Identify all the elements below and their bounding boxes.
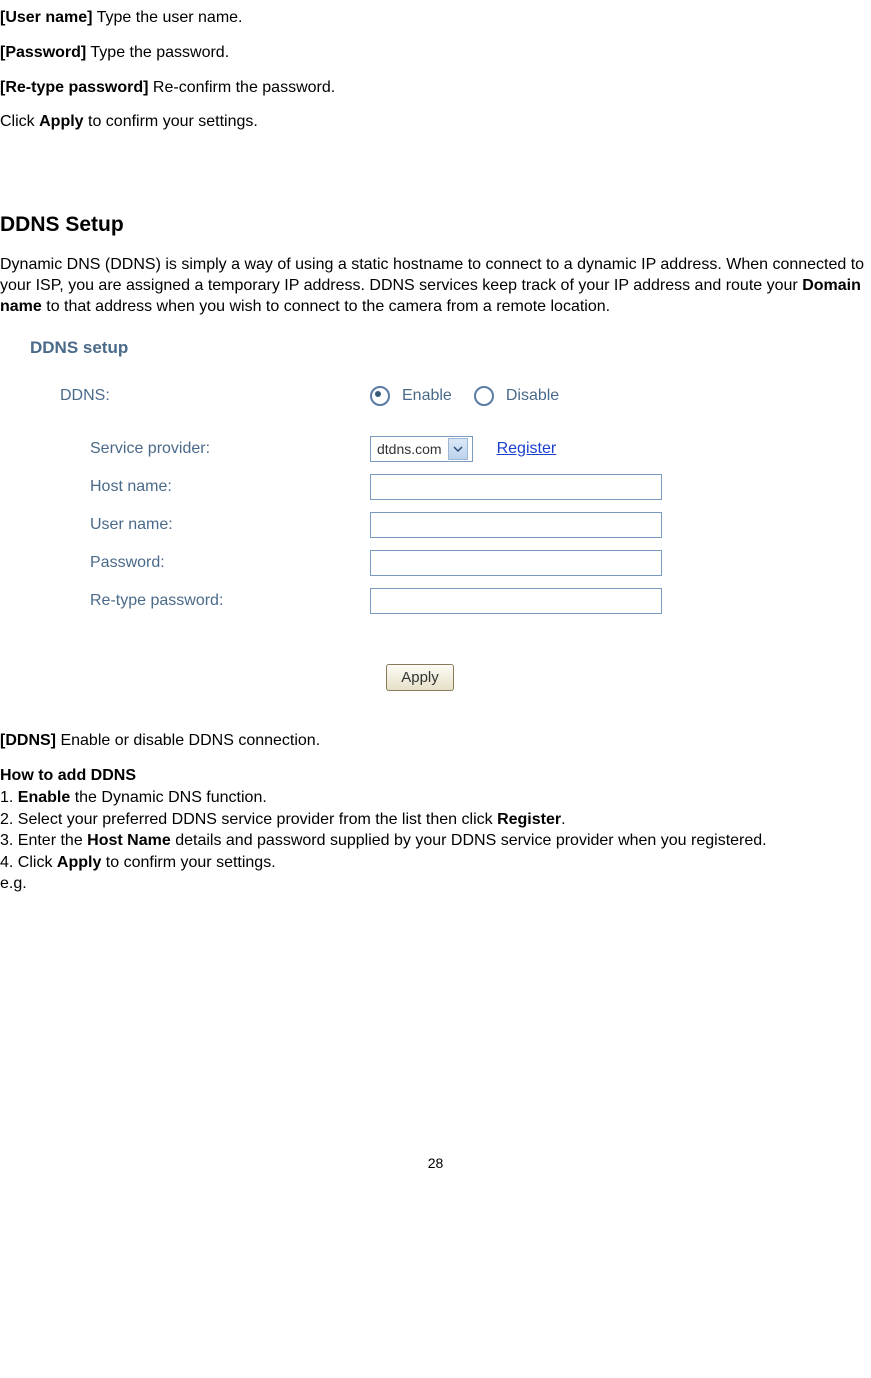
step2-pre: 2. Select your preferred DDNS service pr…	[0, 811, 497, 828]
step4-bold: Apply	[57, 854, 101, 871]
text-ddns-field: Enable or disable DDNS connection.	[56, 732, 320, 749]
para-ddns-desc: Dynamic DNS (DDNS) is simply a way of us…	[0, 255, 871, 317]
click-pre: Click	[0, 113, 39, 130]
figure-ddns-setup: DDNS setup DDNS: Enable Disable Service …	[30, 338, 810, 691]
step1-bold: Enable	[18, 789, 70, 806]
para-click-apply: Click Apply to confirm your settings.	[0, 112, 871, 133]
howto-eg: e.g.	[0, 873, 871, 895]
label-username-fig: User name:	[30, 516, 370, 534]
text-password: Type the password.	[86, 44, 229, 61]
select-service-provider[interactable]: dtdns.com	[370, 436, 473, 462]
howto-block: How to add DDNS 1. Enable the Dynamic DN…	[0, 765, 871, 895]
text-retype: Re-confirm the password.	[148, 79, 335, 96]
radio-enable-label: Enable	[402, 387, 452, 405]
label-retype-fig: Re-type password:	[30, 592, 370, 610]
radio-disable[interactable]	[474, 386, 494, 406]
text-username: Type the user name.	[92, 9, 242, 26]
step2-post: .	[561, 811, 565, 828]
howto-step3: 3. Enter the Host Name details and passw…	[0, 830, 871, 852]
para-ddns-field: [DDNS] Enable or disable DDNS connection…	[0, 731, 871, 752]
desc-pre: Dynamic DNS (DDNS) is simply a way of us…	[0, 256, 864, 294]
label-hostname: Host name:	[30, 478, 370, 496]
input-hostname[interactable]	[370, 474, 662, 500]
step3-post: details and password supplied by your DD…	[171, 832, 767, 849]
howto-step2: 2. Select your preferred DDNS service pr…	[0, 809, 871, 831]
apply-button[interactable]: Apply	[386, 664, 454, 691]
select-value: dtdns.com	[377, 441, 442, 457]
step3-bold: Host Name	[87, 832, 171, 849]
label-service-provider: Service provider:	[30, 440, 370, 458]
input-password[interactable]	[370, 550, 662, 576]
label-password-fig: Password:	[30, 554, 370, 572]
desc-post: to that address when you wish to connect…	[42, 298, 610, 315]
radio-enable[interactable]	[370, 386, 390, 406]
step4-pre: 4. Click	[0, 854, 57, 871]
label-ddns-field: [DDNS]	[0, 732, 56, 749]
howto-step1: 1. Enable the Dynamic DNS function.	[0, 787, 871, 809]
radio-disable-label: Disable	[506, 387, 559, 405]
howto-heading: How to add DDNS	[0, 767, 136, 784]
label-ddns: DDNS:	[30, 387, 370, 405]
input-username[interactable]	[370, 512, 662, 538]
step4-post: to confirm your settings.	[101, 854, 275, 871]
heading-ddns-setup: DDNS Setup	[0, 213, 871, 237]
para-retype: [Re-type password] Re-confirm the passwo…	[0, 78, 871, 99]
para-password: [Password] Type the password.	[0, 43, 871, 64]
label-retype: [Re-type password]	[0, 79, 148, 96]
figure-title: DDNS setup	[30, 338, 810, 358]
radio-group-ddns: Enable Disable	[370, 386, 559, 406]
step3-pre: 3. Enter the	[0, 832, 87, 849]
step1-post: the Dynamic DNS function.	[70, 789, 267, 806]
step2-bold: Register	[497, 811, 561, 828]
page-number: 28	[0, 1155, 871, 1191]
input-retype-password[interactable]	[370, 588, 662, 614]
para-username: [User name] Type the user name.	[0, 8, 871, 29]
chevron-down-icon[interactable]	[448, 438, 468, 460]
click-apply-bold: Apply	[39, 113, 83, 130]
label-password: [Password]	[0, 44, 86, 61]
howto-step4: 4. Click Apply to confirm your settings.	[0, 852, 871, 874]
click-post: to confirm your settings.	[84, 113, 258, 130]
label-username: [User name]	[0, 9, 92, 26]
step1-pre: 1.	[0, 789, 18, 806]
register-link[interactable]: Register	[497, 440, 557, 458]
